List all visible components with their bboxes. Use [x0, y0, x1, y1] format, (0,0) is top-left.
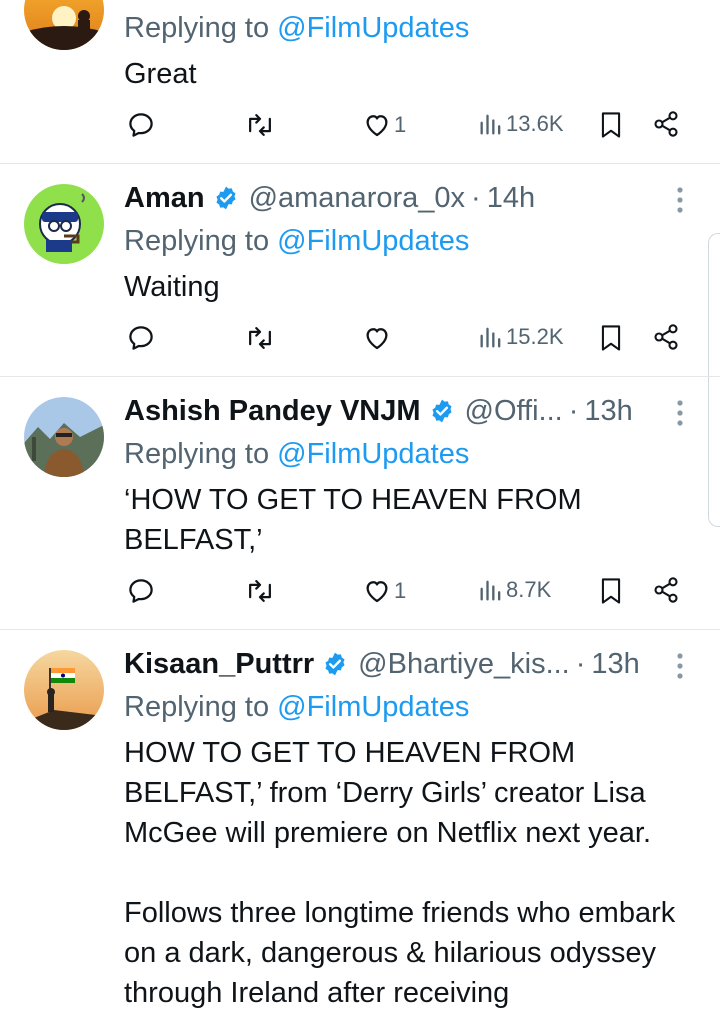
verified-badge-icon: [322, 651, 348, 677]
tweet-header: Kisaan_Puttrr @Bhartiye_kis... · 13h: [124, 646, 660, 682]
timestamp[interactable]: 14h: [487, 180, 535, 216]
more-options-button[interactable]: [668, 648, 692, 684]
avatar[interactable]: [24, 184, 104, 264]
like-button[interactable]: [362, 323, 394, 353]
heart-icon: [366, 581, 388, 603]
reply-button[interactable]: [126, 110, 158, 140]
views-icon: [480, 327, 501, 348]
retweet-button[interactable]: [244, 323, 278, 353]
bookmark-button[interactable]: [598, 576, 624, 606]
separator-dot: ·: [471, 182, 481, 214]
tweet-actions: 1 13.6K: [0, 110, 720, 146]
tweet[interactable]: Ashish Pandey VNJM @Offi... · 13h Replyi…: [0, 377, 720, 630]
tweet-header: Aman @amanarora_0x · 14h: [124, 180, 660, 216]
separator-dot: ·: [568, 395, 579, 427]
more-options-button[interactable]: [668, 395, 692, 431]
bookmark-icon: [601, 325, 621, 351]
tweet-header: Ashish Pandey VNJM @Offi... · 13h: [124, 393, 660, 429]
more-dots-icon: [677, 187, 683, 213]
bookmark-icon: [601, 578, 621, 604]
tweet-text: HOW TO GET TO HEAVEN FROM BELFAST,’ from…: [124, 737, 676, 1009]
replying-to-label: Replying to: [124, 225, 278, 257]
tweet[interactable]: Kisaan_Puttrr @Bhartiye_kis... · 13h Rep…: [0, 630, 720, 1009]
share-icon: [654, 111, 678, 137]
share-button[interactable]: [652, 323, 680, 351]
replying-to: Replying to @FilmUpdates: [124, 223, 469, 259]
heart-icon: [366, 115, 388, 137]
views-button[interactable]: 13.6K: [478, 110, 564, 138]
reply-button[interactable]: [126, 576, 158, 606]
more-dots-icon: [677, 400, 683, 426]
bookmark-icon: [601, 112, 621, 138]
share-button[interactable]: [652, 110, 680, 138]
user-handle[interactable]: @amanarora_0x: [249, 180, 465, 216]
share-icon: [654, 324, 678, 350]
avatar[interactable]: [24, 397, 104, 477]
verified-badge-icon: [429, 398, 455, 424]
verified-badge-icon: [213, 185, 239, 211]
mention-link[interactable]: @FilmUpdates: [277, 438, 469, 470]
view-count: 8.7K: [506, 577, 552, 602]
tweet-actions: 1 8.7K: [0, 576, 720, 612]
reply-icon: [129, 579, 153, 603]
reply-button[interactable]: [126, 323, 158, 353]
tweet-text: Waiting: [124, 271, 220, 303]
retweet-icon: [249, 327, 271, 349]
more-options-button[interactable]: [668, 182, 692, 218]
display-name[interactable]: Kisaan_Puttrr: [124, 646, 314, 682]
views-icon: [480, 114, 501, 135]
views-button[interactable]: 8.7K: [478, 576, 551, 604]
views-icon: [480, 580, 501, 601]
replying-to: Replying to @FilmUpdates: [124, 10, 469, 46]
view-count: 15.2K: [506, 324, 564, 349]
heart-icon: [366, 328, 388, 350]
tweet-actions: 15.2K: [0, 323, 720, 359]
view-count: 13.6K: [506, 111, 564, 136]
bookmark-button[interactable]: [598, 323, 624, 353]
mention-link[interactable]: @FilmUpdates: [277, 225, 469, 257]
display-name[interactable]: Aman: [124, 180, 205, 216]
share-icon: [654, 577, 678, 603]
avatar[interactable]: [24, 650, 104, 730]
tweet-text: ‘HOW TO GET TO HEAVEN FROM BELFAST,’: [124, 484, 582, 556]
separator-dot: ·: [575, 648, 586, 680]
retweet-button[interactable]: [244, 110, 278, 140]
replying-to: Replying to @FilmUpdates: [124, 436, 469, 472]
replying-to-label: Replying to: [124, 691, 278, 723]
tweet-text: Great: [124, 58, 197, 90]
more-dots-icon: [677, 653, 683, 679]
user-handle[interactable]: @Offi...: [465, 393, 563, 429]
display-name[interactable]: Ashish Pandey VNJM: [124, 393, 421, 429]
retweet-button[interactable]: [244, 576, 278, 606]
replying-to-label: Replying to: [124, 12, 278, 44]
user-handle[interactable]: @Bhartiye_kis...: [358, 646, 570, 682]
timestamp[interactable]: 13h: [584, 393, 632, 429]
share-button[interactable]: [652, 576, 680, 604]
bookmark-button[interactable]: [598, 110, 624, 140]
replying-to-label: Replying to: [124, 438, 278, 470]
timestamp[interactable]: 13h: [591, 646, 639, 682]
reply-icon: [129, 326, 153, 350]
avatar[interactable]: [24, 0, 104, 50]
retweet-icon: [249, 580, 271, 602]
mention-link[interactable]: @FilmUpdates: [277, 12, 469, 44]
tweet[interactable]: Aman @amanarora_0x · 14h Replying to @Fi…: [0, 164, 720, 377]
replying-to: Replying to @FilmUpdates: [124, 689, 469, 725]
like-button[interactable]: 1: [362, 110, 406, 140]
retweet-icon: [249, 114, 271, 136]
tweet[interactable]: Replying to @FilmUpdates Great 1 13.6K: [0, 0, 720, 164]
reply-icon: [129, 113, 153, 137]
views-button[interactable]: 15.2K: [478, 323, 564, 351]
mention-link[interactable]: @FilmUpdates: [277, 691, 469, 723]
like-button[interactable]: 1: [362, 576, 406, 606]
like-count: 1: [394, 112, 407, 137]
like-count: 1: [394, 578, 407, 603]
